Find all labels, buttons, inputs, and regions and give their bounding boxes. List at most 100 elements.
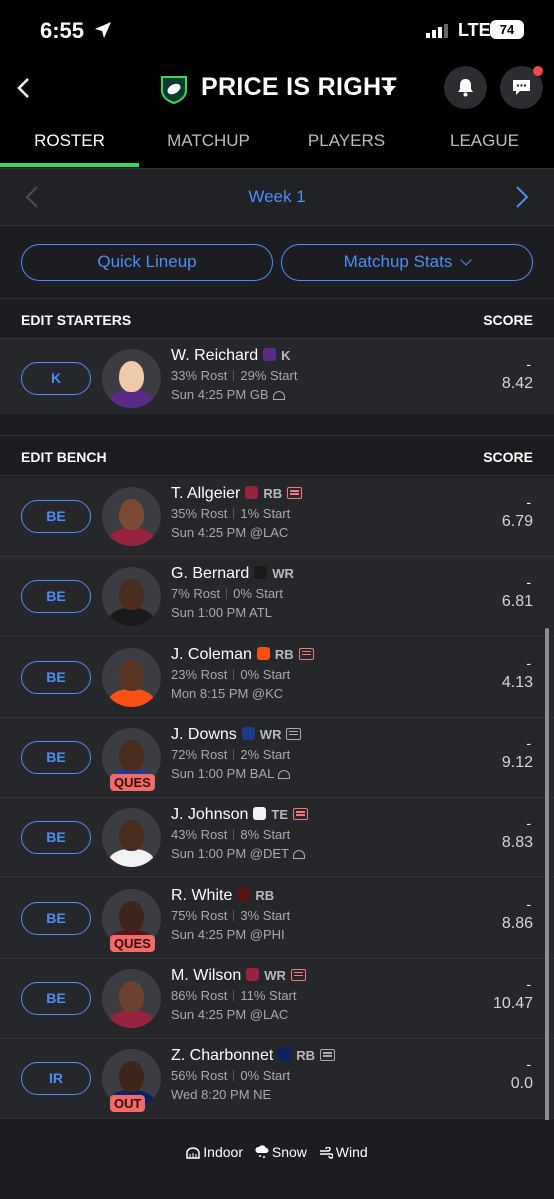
player-name-line[interactable]: T. Allgeier RB [171, 485, 303, 503]
news-icon[interactable] [293, 808, 309, 821]
starters-heading[interactable]: EDIT STARTERS [21, 312, 131, 328]
player-row[interactable]: BE T. Allgeier RB 35% Rost 1% Start Sun 4:25 … [0, 477, 554, 557]
lineup-slot-button[interactable]: BE [21, 740, 91, 774]
player-ownership: 56% Rost 0% Start [171, 1068, 290, 1083]
player-name[interactable]: W. Reichard [171, 347, 258, 364]
player-row[interactable]: BE G. Bernard WR 7% Rost 0% Start Sun 1:00 PM… [0, 557, 554, 638]
lineup-slot-button[interactable]: IR [21, 1062, 91, 1096]
starters-header: EDIT STARTERS SCORE [0, 298, 554, 339]
quick-lineup-button[interactable]: Quick Lineup [21, 244, 273, 281]
player-position: TE [271, 807, 289, 823]
scrollbar[interactable] [545, 628, 549, 1138]
next-week-icon[interactable] [514, 185, 530, 209]
game-info: Sun 4:25 PM GB [171, 387, 285, 402]
player-row[interactable]: K W. Reichard K 33% Rost 29% Start Sun 4:25 P… [0, 339, 554, 419]
lineup-slot-button[interactable]: BE [21, 821, 91, 855]
player-row[interactable]: BE J. Johnson TE 43% Rost 8% Start Sun 1:00 P… [0, 798, 554, 879]
bench-header: EDIT BENCH SCORE [0, 435, 554, 476]
player-name[interactable]: T. Allgeier [171, 485, 240, 502]
player-ownership: 43% Rost 8% Start [171, 827, 290, 842]
player-name-line[interactable]: M. Wilson WR [171, 967, 306, 985]
projected-points: 8.83 [501, 834, 533, 852]
lineup-slot-button[interactable]: BE [21, 580, 91, 614]
player-avatar[interactable] [102, 647, 161, 707]
tab-league[interactable]: LEAGUE [415, 127, 554, 167]
player-name[interactable]: J. Downs [171, 726, 237, 743]
notifications-button[interactable] [444, 66, 487, 109]
game-info: Sun 1:00 PM @DET [171, 846, 305, 861]
back-chevron-icon[interactable] [12, 76, 36, 100]
player-name-line[interactable]: W. Reichard K [171, 347, 291, 365]
player-avatar[interactable] [102, 349, 161, 408]
bench-heading[interactable]: EDIT BENCH [21, 449, 107, 465]
player-name[interactable]: J. Coleman [171, 646, 252, 663]
team-logo-icon [246, 967, 260, 981]
news-icon[interactable] [290, 968, 306, 981]
news-icon[interactable] [286, 727, 302, 740]
player-position: RB [274, 646, 294, 662]
news-icon[interactable] [287, 487, 303, 499]
player-avatar[interactable] [102, 567, 161, 627]
player-row[interactable]: BE QUES R. White RB 75% Rost 3% Start Sun 4:25… [0, 878, 554, 959]
player-avatar[interactable] [102, 808, 161, 868]
status-bar: 6:55 LTE 74 [0, 0, 554, 60]
player-name[interactable]: J. Johnson [171, 806, 248, 823]
matchup-stats-button[interactable]: Matchup Stats [281, 244, 533, 281]
tab-roster[interactable]: ROSTER [0, 127, 139, 167]
signal-bars-icon [426, 24, 448, 38]
player-name-line[interactable]: J. Coleman RB [171, 646, 314, 664]
player-avatar[interactable] [102, 487, 161, 546]
rostered-pct: 56% Rost [171, 1068, 228, 1084]
rostered-pct: 75% Rost [171, 907, 228, 923]
player-avatar[interactable] [102, 968, 161, 1028]
player-row[interactable]: IR OUT Z. Charbonnet RB 56% Rost 0% Start Wed … [0, 1039, 554, 1120]
player-name-line[interactable]: R. White RB [171, 887, 274, 905]
league-switch-caret-icon[interactable] [382, 86, 396, 94]
tab-matchup[interactable]: MATCHUP [139, 127, 278, 167]
lineup-slot-button[interactable]: BE [21, 981, 91, 1015]
injury-status-badge: QUES [110, 773, 155, 791]
team-logo-icon [241, 726, 255, 740]
tab-players[interactable]: PLAYERS [277, 127, 416, 167]
week-label[interactable]: Week 1 [0, 187, 554, 207]
player-name[interactable]: M. Wilson [171, 967, 241, 984]
projected-points: 9.12 [501, 753, 533, 771]
player-name[interactable]: Z. Charbonnet [171, 1047, 273, 1064]
player-name-line[interactable]: Z. Charbonnet RB [171, 1047, 336, 1065]
rostered-pct: 72% Rost [171, 746, 228, 762]
actual-points: - [526, 654, 531, 671]
snow-cloud-icon [255, 1145, 269, 1158]
started-pct: 0% Start [240, 1068, 291, 1084]
player-row[interactable]: BE M. Wilson WR 86% Rost 11% Start Sun 4:25 P… [0, 958, 554, 1039]
lineup-slot-button[interactable]: BE [21, 660, 91, 694]
player-name[interactable]: G. Bernard [171, 565, 249, 582]
matchup-stats-label: Matchup Stats [343, 252, 453, 271]
player-ownership: 72% Rost 2% Start [171, 747, 290, 762]
player-position: WR [272, 566, 294, 582]
player-row[interactable]: BE QUES J. Downs WR 72% Rost 2% Start Sun 1:00… [0, 717, 554, 798]
news-icon[interactable] [320, 1049, 336, 1062]
league-title[interactable]: PRICE IS RIGHT [201, 73, 397, 102]
score-heading: SCORE [483, 449, 533, 465]
projected-points: 6.79 [501, 513, 533, 530]
actual-points: - [526, 895, 531, 912]
lineup-slot-button[interactable]: BE [21, 901, 91, 935]
started-pct: 0% Start [233, 586, 283, 602]
team-logo-icon [245, 486, 259, 499]
lineup-slot-button[interactable]: BE [21, 500, 91, 533]
player-row[interactable]: BE J. Coleman RB 23% Rost 0% Start Mon 8:15 P… [0, 637, 554, 718]
actual-points: - [526, 815, 531, 832]
news-icon[interactable] [298, 647, 314, 660]
messages-button[interactable] [500, 66, 543, 109]
player-name[interactable]: R. White [171, 887, 232, 904]
projected-points: 10.47 [492, 994, 533, 1012]
player-ownership: 33% Rost 29% Start [171, 368, 297, 383]
projected-points: 8.86 [501, 914, 533, 932]
player-ownership: 7% Rost 0% Start [171, 586, 283, 601]
game-time: Sun 1:00 PM BAL [171, 765, 275, 781]
lineup-slot-button[interactable]: K [21, 362, 91, 395]
legend-wind: Wind [319, 1144, 368, 1160]
player-name-line[interactable]: J. Johnson TE [171, 806, 309, 824]
player-name-line[interactable]: G. Bernard WR [171, 565, 294, 583]
player-name-line[interactable]: J. Downs WR [171, 726, 302, 744]
